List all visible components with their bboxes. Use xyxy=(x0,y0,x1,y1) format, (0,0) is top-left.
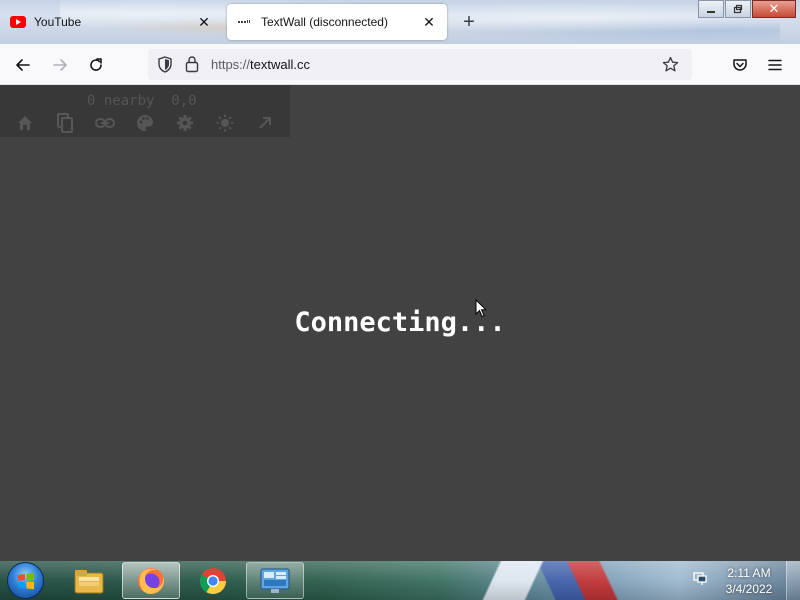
url-scheme: https:// xyxy=(211,57,251,72)
system-clock[interactable]: 2:11 AM 3/4/2022 xyxy=(718,565,780,597)
mouse-cursor-icon xyxy=(475,298,488,323)
restore-icon[interactable] xyxy=(725,0,751,18)
status-line: 0 nearby 0,0 xyxy=(87,93,197,109)
back-arrow-icon xyxy=(16,59,30,71)
taskbar-glass xyxy=(0,561,800,600)
forward-arrow-icon xyxy=(53,59,67,71)
menu-button[interactable] xyxy=(762,52,788,78)
link-icon[interactable] xyxy=(94,112,116,134)
show-desktop-button[interactable] xyxy=(786,561,800,600)
window-controls: ✕ xyxy=(697,0,796,18)
close-tab-icon[interactable]: ✕ xyxy=(421,14,437,30)
close-tab-icon[interactable]: ✕ xyxy=(196,14,212,30)
textwall-canvas[interactable]: 0 nearby 0,0 Connecting... xyxy=(0,85,800,561)
url-text[interactable]: https://textwall.cc xyxy=(211,57,310,72)
forward-button[interactable] xyxy=(47,52,73,78)
minimize-icon[interactable] xyxy=(698,0,724,18)
firefox-icon xyxy=(138,567,164,594)
start-button[interactable] xyxy=(7,562,44,599)
tab-label: TextWall (disconnected) xyxy=(261,15,388,29)
taskbar-file-explorer[interactable] xyxy=(60,562,118,599)
copy-icon[interactable] xyxy=(54,112,76,134)
star-icon[interactable] xyxy=(662,56,679,78)
chrome-icon xyxy=(199,567,227,594)
url-host: textwall.cc xyxy=(250,57,310,72)
windows-logo-icon xyxy=(17,572,34,589)
url-bar[interactable]: https://textwall.cc xyxy=(148,49,692,80)
navigation-toolbar: https://textwall.cc xyxy=(0,44,800,85)
network-icon[interactable] xyxy=(692,570,708,591)
tab-youtube[interactable]: YouTube ✕ xyxy=(0,4,222,40)
home-icon[interactable] xyxy=(14,112,36,134)
taskbar-firefox[interactable] xyxy=(122,562,180,599)
shield-icon[interactable] xyxy=(157,56,173,78)
arrow-up-right-icon[interactable] xyxy=(254,112,276,134)
pocket-icon xyxy=(733,59,747,71)
new-tab-button[interactable]: + xyxy=(459,12,479,32)
lock-icon[interactable] xyxy=(185,55,199,78)
hamburger-menu-icon xyxy=(768,59,782,71)
windows-taskbar: 2:11 AM 3/4/2022 xyxy=(0,561,800,600)
reload-icon xyxy=(90,58,102,71)
control-panel-icon xyxy=(260,568,290,593)
connecting-message: Connecting... xyxy=(294,307,506,338)
back-button[interactable] xyxy=(10,52,36,78)
reload-button[interactable] xyxy=(83,52,109,78)
taskbar-control-panel[interactable] xyxy=(246,562,304,599)
youtube-icon xyxy=(10,14,26,30)
file-explorer-icon xyxy=(74,569,104,593)
close-window-icon[interactable]: ✕ xyxy=(752,0,796,18)
clock-date: 3/4/2022 xyxy=(725,582,773,596)
tool-icon-row xyxy=(14,112,294,134)
palette-icon[interactable] xyxy=(134,112,156,134)
tool-panel: 0 nearby 0,0 xyxy=(0,85,290,137)
gear-icon[interactable] xyxy=(174,112,196,134)
textwall-icon xyxy=(237,14,253,30)
tab-bar: YouTube ✕ TextWall (disconnected) ✕ + ✕ xyxy=(0,0,800,44)
pocket-button[interactable] xyxy=(727,52,753,78)
taskbar-chrome[interactable] xyxy=(184,562,242,599)
tab-textwall[interactable]: TextWall (disconnected) ✕ xyxy=(227,4,447,40)
tab-label: YouTube xyxy=(34,15,82,29)
system-tray xyxy=(686,561,708,600)
sun-icon[interactable] xyxy=(214,112,236,134)
clock-time: 2:11 AM xyxy=(727,566,771,580)
